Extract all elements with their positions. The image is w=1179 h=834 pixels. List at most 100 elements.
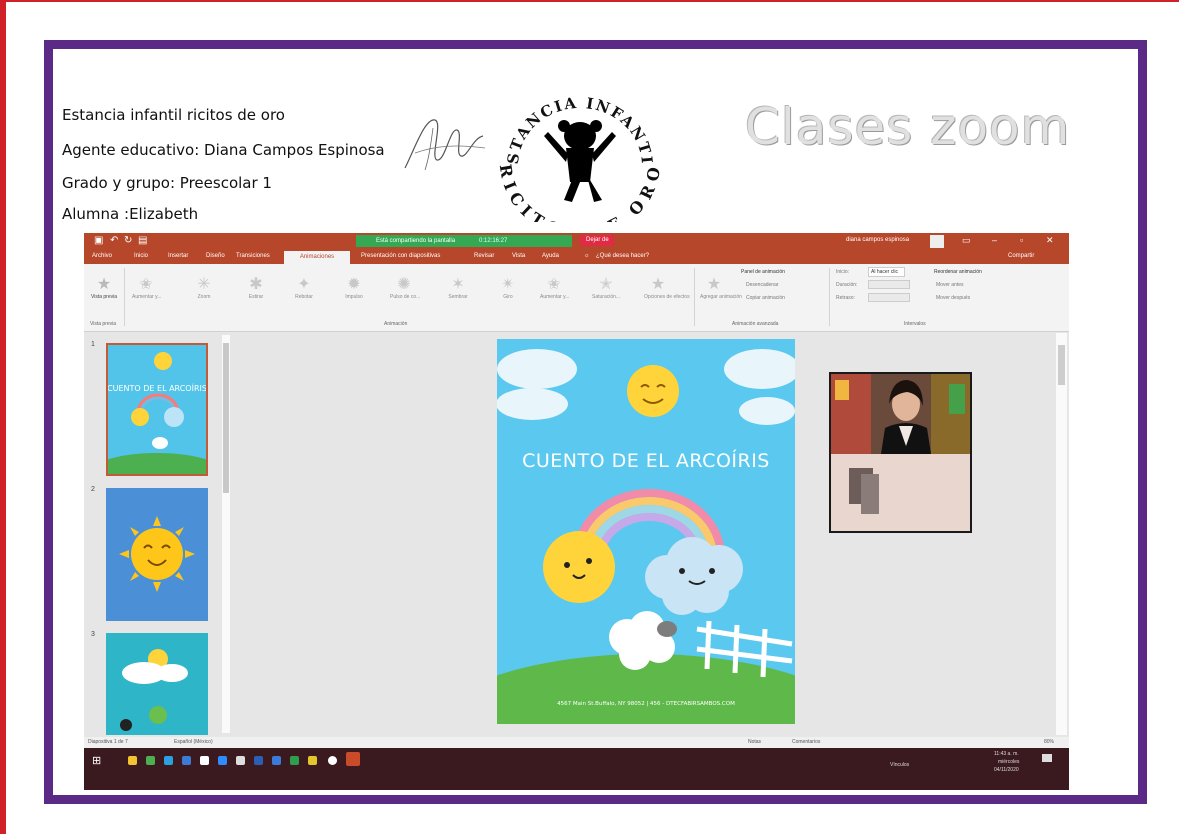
- tab-animaciones[interactable]: Animaciones: [284, 251, 350, 264]
- share-timer: 0:12:16:27: [479, 238, 508, 244]
- zoom-level[interactable]: 80%: [1044, 739, 1054, 745]
- notes-button[interactable]: Notas: [748, 739, 761, 745]
- animation-panel-button[interactable]: Panel de animación: [741, 269, 785, 275]
- app-icon[interactable]: [236, 756, 245, 765]
- thumbnail-image: [106, 488, 208, 621]
- tab-presentacion[interactable]: Presentación con diapositivas: [361, 253, 440, 259]
- browser-icon[interactable]: [146, 756, 155, 765]
- store-icon[interactable]: [200, 756, 209, 765]
- animation-option[interactable]: ✭ Saturación...: [592, 276, 620, 300]
- scrollbar-thumb[interactable]: [1058, 345, 1065, 385]
- star-icon: ✴: [501, 276, 515, 293]
- stop-share-button[interactable]: Dejar de: [580, 235, 614, 246]
- slide-scrollbar[interactable]: [1056, 333, 1067, 735]
- folder-icon[interactable]: [128, 756, 137, 765]
- animation-option[interactable]: ✳ Zoom: [190, 276, 218, 300]
- tell-me-field[interactable]: ¿Qué desea hacer?: [596, 253, 649, 259]
- group-label: Intervalos: [904, 321, 926, 327]
- animation-option[interactable]: ✬ Aumentar y...: [540, 276, 569, 300]
- animation-option[interactable]: ✶ Sembrar: [444, 276, 472, 300]
- app-icon[interactable]: [328, 756, 337, 765]
- thumbnail-number: 1: [91, 341, 95, 348]
- tab-insertar[interactable]: Insertar: [168, 253, 188, 259]
- ribbon-tabs: Archivo Inicio Insertar Diseño Transicio…: [84, 250, 1069, 264]
- animation-option[interactable]: ✺ Pulso de co...: [390, 276, 420, 300]
- redo-icon[interactable]: ↻: [124, 235, 132, 246]
- undo-icon[interactable]: ↶: [110, 235, 118, 246]
- start-select[interactable]: Al hacer clic: [868, 267, 905, 277]
- slide-counter: Diapositiva 1 de 7: [88, 739, 128, 745]
- user-name: diana campos espinosa: [846, 237, 910, 243]
- tab-inicio[interactable]: Inicio: [134, 253, 148, 259]
- chrome-icon[interactable]: [308, 756, 317, 765]
- star-icon: ✳: [197, 276, 211, 293]
- current-slide[interactable]: CUENTO DE EL ARCOÍRIS 4567 Main St.Buffa…: [497, 339, 795, 724]
- tab-revisar[interactable]: Revisar: [474, 253, 494, 259]
- comments-button[interactable]: Comentarios: [792, 739, 820, 745]
- effect-options-button[interactable]: ★ Opciones de efectos: [644, 276, 690, 300]
- powerpoint-icon[interactable]: [346, 752, 360, 766]
- tab-transiciones[interactable]: Transiciones: [236, 253, 270, 259]
- vinculos-toolbar[interactable]: Vínculos: [890, 762, 909, 768]
- present-icon[interactable]: ▤: [138, 235, 147, 246]
- ribbon-display-icon[interactable]: ▭: [962, 235, 971, 246]
- slide-thumbnail[interactable]: [106, 488, 208, 621]
- divider: [694, 268, 695, 326]
- notifications-icon[interactable]: [1042, 754, 1052, 762]
- start-label: Inicio:: [836, 269, 850, 275]
- excel-icon[interactable]: [290, 756, 299, 765]
- slide-thumbnail[interactable]: CUENTO DE EL ARCOÍRIS: [106, 343, 208, 476]
- slide-image: CUENTO DE EL ARCOÍRIS 4567 Main St.Buffa…: [497, 339, 795, 724]
- thumbnail-image: [106, 633, 208, 735]
- language-status[interactable]: Español (México): [174, 739, 213, 745]
- thumbnail-number: 3: [91, 631, 95, 638]
- animation-option[interactable]: ✱ Estirar: [242, 276, 270, 300]
- animation-option[interactable]: ✴ Giro: [494, 276, 522, 300]
- clock-time: 11:43 a. m.: [994, 751, 1019, 757]
- animation-option[interactable]: ✦ Rebotar: [290, 276, 318, 300]
- trigger-button[interactable]: Desencadenar: [746, 282, 779, 288]
- group-label: Animación: [384, 321, 408, 327]
- avatar[interactable]: [930, 235, 944, 248]
- windows-start-icon[interactable]: ⊞: [92, 754, 101, 767]
- student-line: Alumna :Elizabeth: [62, 205, 199, 223]
- clock-date: 04/11/2020: [994, 767, 1019, 773]
- star-icon: ✭: [599, 276, 613, 293]
- tab-ayuda[interactable]: Ayuda: [542, 253, 559, 259]
- save-icon[interactable]: ▣: [94, 235, 103, 246]
- delay-input[interactable]: [868, 293, 910, 302]
- clock-day: miércoles: [998, 759, 1020, 765]
- edge-icon[interactable]: [164, 756, 173, 765]
- duration-input[interactable]: [868, 280, 910, 289]
- share-button[interactable]: Compartir: [1008, 253, 1034, 259]
- zoom-icon[interactable]: [218, 756, 227, 765]
- mail-icon[interactable]: [182, 756, 191, 765]
- maximize-icon[interactable]: ▫: [1020, 235, 1023, 245]
- move-later-button[interactable]: Mover después: [936, 295, 970, 301]
- scrollbar-thumb[interactable]: [223, 343, 229, 493]
- animation-option[interactable]: ✬ Aumentar y...: [132, 276, 161, 300]
- tab-archivo[interactable]: Archivo: [92, 253, 112, 259]
- star-icon: ✶: [451, 276, 465, 293]
- tab-vista[interactable]: Vista: [512, 253, 525, 259]
- group-label: Vista previa: [90, 321, 117, 327]
- preview-button[interactable]: ★ Vista previa: [90, 276, 118, 300]
- signature-image: [404, 119, 486, 171]
- minimize-icon[interactable]: –: [992, 235, 997, 245]
- add-animation-button[interactable]: ★ Agregar animación: [700, 276, 742, 300]
- thumbnail-scrollbar[interactable]: [222, 335, 230, 733]
- move-earlier-button[interactable]: Mover antes: [936, 282, 964, 288]
- group-label: Animación avanzada: [732, 321, 779, 327]
- app-icon[interactable]: [272, 756, 281, 765]
- copy-animation-button[interactable]: Copiar animación: [746, 295, 785, 301]
- lightbulb-icon: ☼: [584, 253, 590, 259]
- close-icon[interactable]: ✕: [1046, 235, 1054, 246]
- slide-thumbnail[interactable]: [106, 633, 208, 735]
- word-icon[interactable]: [254, 756, 263, 765]
- windows-taskbar: ⊞ Vínculos 11:43 a. m. miércoles 04/11/2…: [84, 748, 1069, 790]
- tab-diseno[interactable]: Diseño: [206, 253, 225, 259]
- star-icon: ✬: [139, 276, 153, 293]
- animation-option[interactable]: ✹ Impulso: [340, 276, 368, 300]
- delay-label: Retraso:: [836, 295, 855, 301]
- status-bar: Diapositiva 1 de 7 Español (México) Nota…: [84, 737, 1069, 748]
